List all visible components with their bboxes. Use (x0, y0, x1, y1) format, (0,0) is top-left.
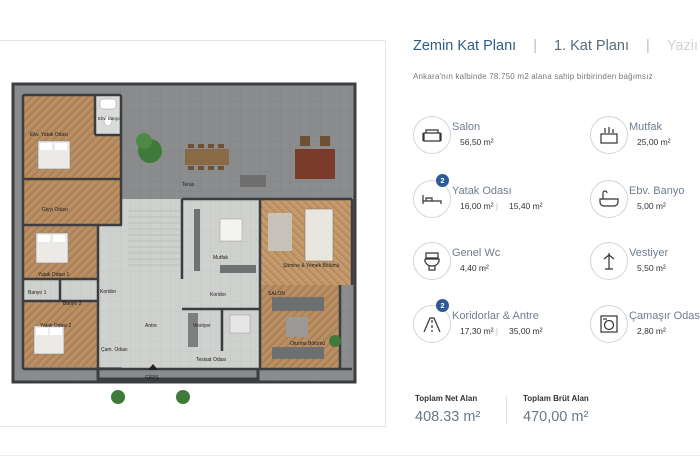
label-yatak1: Yatak Odası 1 (38, 272, 70, 278)
totals-divider (506, 396, 507, 424)
label-cam: Çam. Odası (101, 347, 128, 353)
toilet-icon (413, 242, 451, 280)
info-panel: Zemin Kat Planı | 1. Kat Planı | Yaziı A… (400, 0, 700, 466)
count-badge: 2 (436, 174, 449, 187)
room-name: Vestiyer (629, 247, 669, 259)
label-ebv-banyo-text: Ebv. Banyo (98, 116, 121, 121)
room-area: 5,50 m² (637, 263, 666, 273)
label-banyo1: Banyo 1 (28, 290, 47, 296)
room-name: Genel Wc (452, 247, 501, 259)
room-name: Koridorlar & Antre (452, 310, 539, 322)
floor-tabs: Zemin Kat Planı | 1. Kat Planı | Yaziı (413, 38, 698, 54)
room-name: Ebv. Banyo (629, 185, 685, 197)
value-separator: | (495, 326, 499, 336)
room-area-2: 35,00 m² (509, 326, 543, 336)
room-name: Mutfak (629, 121, 663, 133)
bottom-divider (0, 455, 700, 456)
sofa-icon (413, 116, 451, 154)
kitchen-icon (590, 116, 628, 154)
room-area: 5,00 m² (637, 201, 666, 211)
room-area: 16,00 m² | (460, 201, 498, 211)
count-badge: 2 (436, 299, 449, 312)
total-net-label: Toplam Net Alan (415, 394, 478, 403)
label-koridor-2: Koridor (210, 292, 226, 298)
room-name: Çamaşır Odası (629, 310, 700, 322)
label-antre: Antre (145, 323, 157, 329)
floor-plan[interactable]: Ebv. Yatak Odası Ebv. Banyo Giyyi Odası … (0, 41, 385, 426)
room-area-1: 17,30 m² (460, 326, 494, 336)
label-ebv-yatak: Ebv. Yatak Odası (30, 132, 68, 138)
label-koridor-1: Koridor (100, 289, 116, 295)
room-name: Yatak Odası (452, 185, 512, 197)
tab-separator: | (533, 38, 537, 54)
tab-zemin-kat[interactable]: Zemin Kat Planı (413, 38, 516, 54)
label-oturma: Oturma Bölümü (290, 341, 325, 347)
floor-plan-panel: Ebv. Yatak Odası Ebv. Banyo Giyyi Odası … (0, 40, 386, 427)
coat-rack-icon (590, 242, 628, 280)
washing-machine-icon (590, 305, 628, 343)
plan-description: Ankara'nın kalbinde 78.750 m2 alana sahi… (413, 72, 653, 81)
tab-separator: | (646, 38, 650, 54)
label-yatak2: Yatak Odası 2 (40, 323, 72, 329)
room-area: 17,30 m² | (460, 326, 498, 336)
total-gross-value: 470,00 m² (523, 409, 589, 425)
label-giris: GİRİŞ (145, 374, 159, 381)
tab-1-kat[interactable]: 1. Kat Planı (554, 38, 629, 54)
tab-next[interactable]: Yaziı (667, 38, 698, 54)
label-tesisat: Tesisat Odası (196, 357, 226, 363)
label-mutfak: Mutfak (213, 255, 229, 261)
room-area: 25,00 m² (637, 137, 671, 147)
label-banyo2: Banyo 2 (63, 301, 82, 307)
total-gross-label: Toplam Brüt Alan (523, 394, 589, 403)
room-area: 56,50 m² (460, 137, 494, 147)
room-name: Salon (452, 121, 481, 133)
label-giyinme: Giyyi Odası (42, 207, 68, 213)
total-net-value: 408.33 m² (415, 409, 481, 425)
label-teras: Teras (182, 182, 195, 188)
room-area: 2,80 m² (637, 326, 666, 336)
total-gross-area: Toplam Brüt Alan 470,00 m² (523, 394, 589, 425)
label-somine: Şömine & Yemek Bölümü (283, 263, 340, 269)
room-area-1: 16,00 m² (460, 201, 494, 211)
label-vestiyer: Vestiyer (193, 323, 211, 329)
total-net-area: Toplam Net Alan 408.33 m² (415, 394, 480, 425)
label-salon: SALON (268, 291, 285, 297)
room-area: 4,40 m² (460, 263, 489, 273)
bathtub-icon (590, 180, 628, 218)
label-ebv-banyo: Ebv. Banyo (98, 116, 121, 121)
room-area-2: 15,40 m² (509, 201, 543, 211)
value-separator: | (495, 201, 499, 211)
